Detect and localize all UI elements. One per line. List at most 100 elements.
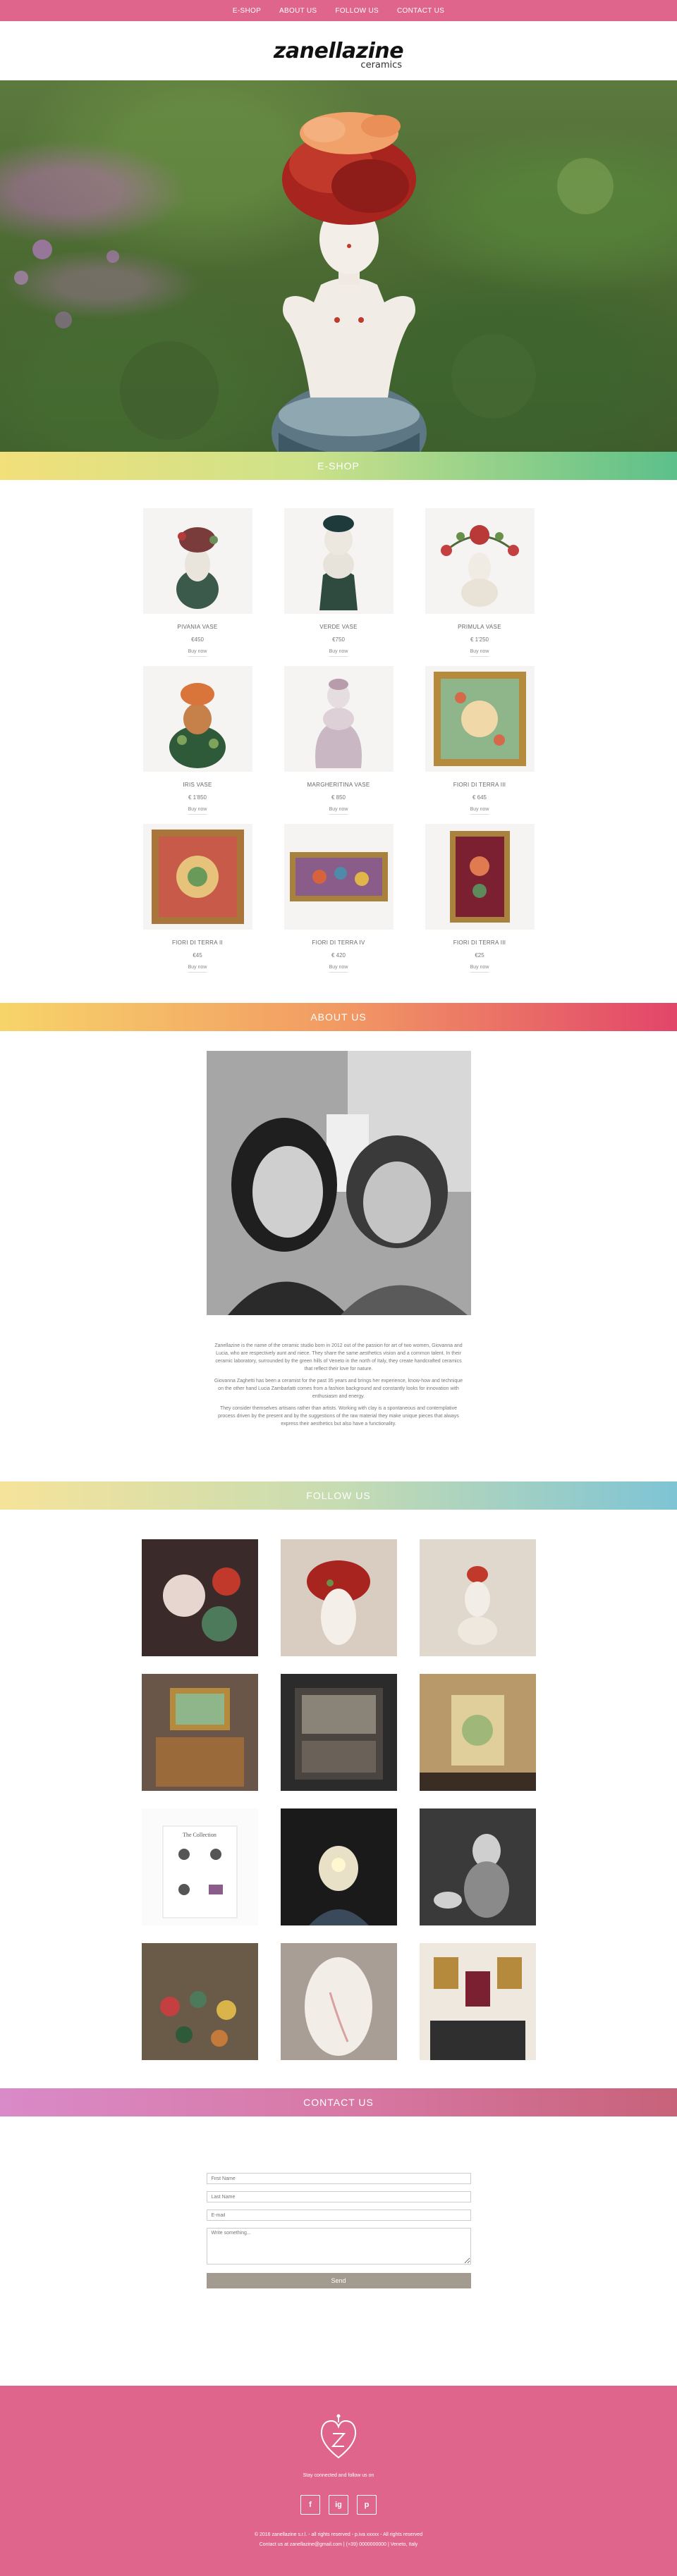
eshop-banner: E-SHOP [0,452,677,480]
instagram-post[interactable]: The Collection [141,1808,258,1925]
footer-tagline: Stay connected and follow us on [303,2473,374,2478]
product-card[interactable]: FIORI DI TERRA II €45 Buy now [141,824,254,975]
logo-sub: ceramics [360,59,403,70]
heart-logo-icon [317,2414,360,2463]
vase-icon [169,683,226,768]
buy-now-link[interactable]: Buy now [470,965,489,973]
about-title: ABOUT US [310,1011,367,1023]
tile-icon [433,672,526,766]
site-logo[interactable]: zanellazine ceramics [274,39,404,70]
instagram-post[interactable] [280,1808,397,1925]
last-name-field[interactable] [206,2191,471,2202]
product-image[interactable] [283,508,394,614]
instagram-post[interactable] [141,1539,258,1656]
contact-title: CONTACT US [303,2097,374,2108]
product-name: FIORI DI TERRA II [171,939,224,946]
eshop-title: E-SHOP [317,460,360,472]
product-image[interactable] [142,666,252,772]
social-links: f ig p [0,2495,677,2515]
product-image[interactable] [283,666,394,772]
buy-now-link[interactable]: Buy now [188,807,207,815]
site-footer: Stay connected and follow us on f ig p ©… [0,2386,677,2576]
product-price: €750 [332,636,345,643]
product-price: € 420 [331,952,346,959]
instagram-post[interactable] [280,1539,397,1656]
hero-image [0,80,677,452]
facebook-icon[interactable]: f [300,2495,320,2515]
vase-icon [319,515,358,610]
footer-copyright: © 2016 zanellazine s.r.l. - all rights r… [0,2530,677,2550]
first-name-field[interactable] [206,2173,471,2184]
instagram-post[interactable] [419,1539,536,1656]
about-section: Zanellazine is the name of the ceramic s… [0,1031,677,1481]
product-image[interactable] [142,508,252,614]
site-header: zanellazine ceramics [0,21,677,80]
instagram-icon[interactable]: ig [329,2495,348,2515]
buy-now-link[interactable]: Buy now [470,807,489,815]
instagram-post[interactable] [141,1674,258,1791]
product-card[interactable]: PRIMULA VASE € 1'250 Buy now [423,508,536,659]
tile-icon [289,852,388,901]
instagram-post[interactable] [280,1674,397,1791]
product-image[interactable] [425,824,535,930]
portrait-illustration [206,1051,471,1315]
product-price: € 645 [472,794,487,801]
product-name: PIVANIA VASE [177,624,218,630]
about-banner: ABOUT US [0,1003,677,1031]
product-card[interactable]: FIORI DI TERRA IV € 420 Buy now [282,824,395,975]
about-text: Zanellazine is the name of the ceramic s… [212,1342,465,1428]
instagram-post[interactable] [141,1943,258,2060]
instagram-post[interactable] [419,1943,536,2060]
ceramic-figure-illustration [14,112,614,452]
instagram-post[interactable] [280,1943,397,2060]
contact-banner: CONTACT US [0,2088,677,2116]
product-card[interactable]: VERDE VASE €750 Buy now [282,508,395,659]
nav-contact[interactable]: CONTACT US [397,7,444,15]
product-image[interactable] [425,508,535,614]
nav-follow[interactable]: FOLLOW US [335,7,379,15]
contact-line: Contact us at zanellazine@gmail.com | (+… [259,2542,418,2547]
product-name: MARGHERITINA VASE [307,782,370,788]
product-card[interactable]: FIORI DI TERRA III €25 Buy now [423,824,536,975]
instagram-post[interactable] [419,1674,536,1791]
buy-now-link[interactable]: Buy now [329,807,348,815]
top-nav: E-SHOP ABOUT US FOLLOW US CONTACT US [0,0,677,21]
product-image[interactable] [142,824,252,930]
buy-now-link[interactable]: Buy now [470,649,489,657]
instagram-grid: The Collection [141,1539,536,2060]
product-card[interactable]: IRIS VASE € 1'850 Buy now [141,666,254,817]
nav-eshop[interactable]: E-SHOP [233,7,261,15]
contact-section: Send [0,2116,677,2386]
follow-section: The Collection [0,1510,677,2088]
product-price: € 850 [331,794,346,801]
vase-icon [176,527,219,609]
svg-text:The Collection: The Collection [183,1832,216,1838]
message-field[interactable] [206,2228,471,2264]
about-paragraph: They consider themselves artisans rather… [218,1406,459,1426]
contact-form: Send [206,2173,471,2288]
product-card[interactable]: MARGHERITINA VASE € 850 Buy now [282,666,395,817]
product-image[interactable] [425,666,535,772]
product-name: VERDE VASE [319,624,358,630]
instagram-post[interactable] [419,1808,536,1925]
product-name: FIORI DI TERRA III [453,939,506,946]
nav-about[interactable]: ABOUT US [279,7,317,15]
shop-section: PIVANIA VASE €450 Buy now VERDE VASE €75… [0,480,677,1003]
buy-now-link[interactable]: Buy now [329,965,348,973]
product-card[interactable]: FIORI DI TERRA III € 645 Buy now [423,666,536,817]
pinterest-icon[interactable]: p [357,2495,377,2515]
email-field[interactable] [206,2210,471,2221]
tile-icon [151,830,244,924]
buy-now-link[interactable]: Buy now [329,649,348,657]
buy-now-link[interactable]: Buy now [188,965,207,973]
send-button[interactable]: Send [206,2273,471,2288]
buy-now-link[interactable]: Buy now [188,649,207,657]
product-price: € 1'250 [470,636,489,643]
tile-icon [449,831,510,923]
product-name: FIORI DI TERRA IV [312,939,365,946]
product-price: €450 [191,636,204,643]
product-name: IRIS VASE [183,782,212,788]
founders-photo [206,1051,471,1315]
product-image[interactable] [283,824,394,930]
product-card[interactable]: PIVANIA VASE €450 Buy now [141,508,254,659]
